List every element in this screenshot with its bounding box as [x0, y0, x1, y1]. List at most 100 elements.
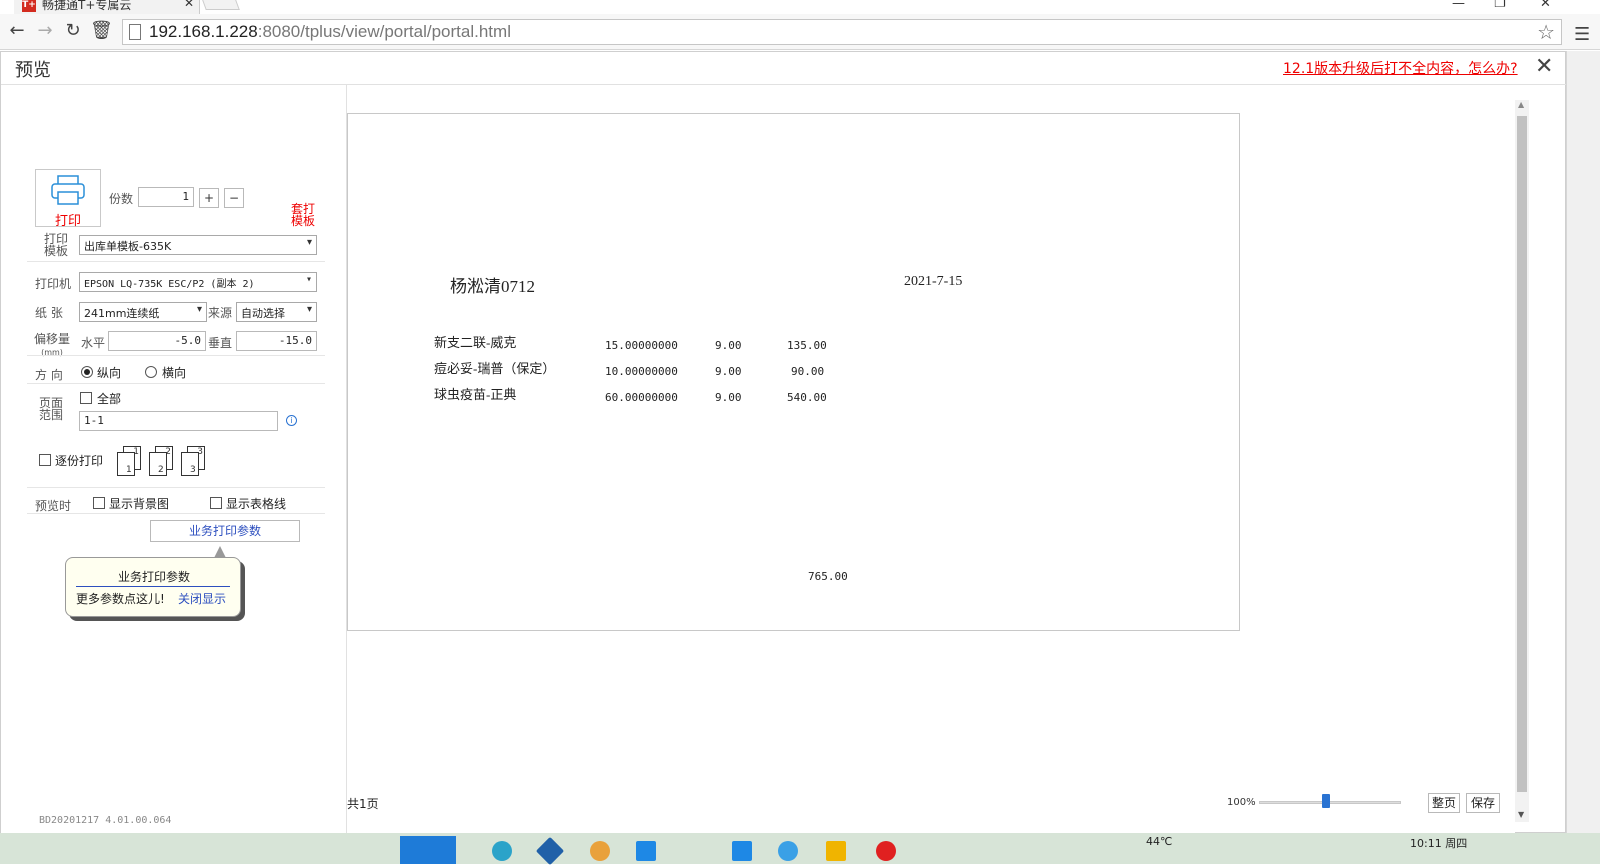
print-settings-panel: 打印 份数 1 + − 套打模板 打印模板 出库单模板-635K ▾ 打印机 EP… — [1, 85, 347, 833]
horizontal-offset-input[interactable]: -5.0 — [108, 331, 206, 351]
taskbar-folder-icon[interactable] — [826, 841, 846, 861]
show-background-checkbox[interactable] — [93, 497, 105, 509]
copies-minus-button[interactable]: − — [224, 188, 244, 208]
page-range-label: 页面范围 — [38, 396, 63, 422]
reload-icon[interactable]: ↻ — [62, 20, 84, 41]
new-tab-button[interactable] — [202, 0, 240, 10]
version-text: BD20201217 4.01.00.064 — [39, 815, 172, 826]
row-price: 9.00 — [715, 339, 742, 352]
preview-dialog: 预览 12.1版本升级后打不全内容，怎么办? ✕ 打印 份数 1 + − 套打模… — [0, 51, 1567, 833]
row-qty: 15.00000000 — [605, 339, 678, 352]
restore-icon[interactable]: ❐ — [1494, 0, 1506, 11]
row-price: 9.00 — [715, 365, 742, 378]
star-icon[interactable]: ☆ — [1537, 20, 1555, 44]
all-pages-label: 全部 — [97, 392, 122, 406]
show-background-label: 显示背景图 — [109, 497, 170, 511]
tab-close-icon[interactable]: ✕ — [184, 0, 194, 10]
taskbar-app-icon[interactable] — [590, 841, 610, 861]
portrait-label: 纵向 — [97, 366, 122, 380]
chevron-down-icon: ▾ — [305, 274, 312, 285]
all-pages-checkbox[interactable] — [80, 392, 92, 404]
divider — [27, 383, 325, 384]
fit-page-button[interactable]: 整页 — [1428, 793, 1460, 813]
show-gridlines-label: 显示表格线 — [226, 497, 287, 511]
copies-plus-button[interactable]: + — [199, 188, 219, 208]
divider — [27, 355, 325, 356]
address-bar[interactable]: 192.168.1.228:8080/tplus/view/portal/por… — [122, 19, 1562, 45]
row-amount: 540.00 — [787, 391, 827, 404]
document-total: 765.00 — [808, 570, 848, 583]
tooltip-divider — [76, 586, 230, 587]
vertical-scrollbar[interactable]: ▲ ▼ — [1515, 100, 1529, 822]
source-select[interactable]: 自动选择 ▾ — [236, 302, 317, 322]
window-close-icon[interactable]: ✕ — [1540, 0, 1551, 11]
url-text[interactable]: 192.168.1.228:8080/tplus/view/portal/por… — [149, 22, 511, 42]
divider — [27, 487, 325, 488]
trash-icon[interactable]: 🗑 — [90, 20, 113, 41]
app-favicon-icon: T+ — [22, 0, 36, 12]
menu-icon[interactable]: ☰ — [1574, 24, 1590, 45]
printer-select[interactable]: EPSON LQ-735K ESC/P2 (副本 2) ▾ — [79, 272, 317, 292]
preview-label: 预览时 — [35, 499, 72, 513]
printer-icon — [51, 175, 85, 205]
back-icon[interactable]: ← — [6, 20, 28, 41]
zoom-slider-track[interactable] — [1259, 801, 1401, 804]
template-print-link[interactable]: 套打模板 — [289, 203, 317, 227]
row-name: 球虫疫苗-正典 — [434, 387, 517, 402]
row-name: 新支二联-威克 — [434, 335, 517, 350]
weather-temperature: 44℃ — [1146, 835, 1173, 848]
zoom-slider-thumb[interactable] — [1322, 794, 1330, 808]
landscape-radio[interactable] — [145, 366, 157, 378]
divider — [27, 261, 325, 262]
business-print-params-button[interactable]: 业务打印参数 — [150, 520, 300, 542]
document-date: 2021-7-15 — [904, 274, 963, 289]
tooltip-title: 业务打印参数 — [117, 570, 190, 584]
show-gridlines-checkbox[interactable] — [210, 497, 222, 509]
browser-tab[interactable]: T+ 畅捷通T+专属云 ✕ — [14, 0, 200, 14]
copies-input[interactable]: 1 — [138, 187, 194, 207]
minimize-icon[interactable]: — — [1452, 0, 1465, 11]
taskbar-app-icon[interactable] — [535, 836, 565, 865]
page-count: 共1页 — [347, 797, 379, 811]
row-amount: 135.00 — [787, 339, 827, 352]
landscape-label: 横向 — [162, 366, 187, 380]
portrait-radio[interactable] — [81, 366, 93, 378]
taskbar-clock: 10:11 周四 — [1410, 837, 1468, 850]
taskbar-active-app[interactable] — [400, 836, 456, 864]
template-label: 打印模板 — [43, 232, 68, 258]
scrollbar-thumb[interactable] — [1517, 116, 1527, 792]
collate-label: 逐份打印 — [55, 454, 104, 468]
page-range-input[interactable]: 1-1 — [79, 411, 278, 431]
taskbar-app-icon[interactable] — [876, 841, 896, 861]
dialog-close-icon[interactable]: ✕ — [1535, 54, 1553, 79]
print-button[interactable]: 打印 — [35, 169, 101, 229]
forward-icon[interactable]: → — [34, 20, 56, 41]
chevron-down-icon: ▾ — [306, 304, 312, 315]
horizontal-label: 水平 — [81, 336, 106, 350]
tooltip-message: 更多参数点这儿! — [76, 592, 165, 606]
taskbar-app-icon[interactable] — [732, 841, 752, 861]
tooltip-close-link[interactable]: 关闭显示 — [178, 590, 226, 607]
params-tooltip: 业务打印参数 更多参数点这儿! 关闭显示 — [65, 546, 241, 617]
template-select[interactable]: 出库单模板-635K ▾ — [79, 235, 317, 255]
background-page-strip — [1566, 51, 1600, 833]
save-button[interactable]: 保存 — [1466, 793, 1500, 813]
help-link[interactable]: 12.1版本升级后打不全内容，怎么办? — [1283, 58, 1518, 78]
taskbar-app-icon[interactable] — [636, 841, 656, 861]
info-icon[interactable]: i — [286, 415, 297, 426]
tooltip-pointer — [214, 546, 226, 558]
row-name: 痘必妥-瑞普（保定） — [434, 361, 556, 376]
scroll-up-icon[interactable]: ▲ — [1518, 100, 1524, 109]
print-button-label: 打印 — [54, 214, 81, 229]
scroll-down-icon[interactable]: ▼ — [1518, 810, 1524, 819]
collate-checkbox[interactable] — [39, 454, 51, 466]
taskbar-app-icon[interactable] — [492, 841, 512, 861]
divider — [27, 513, 325, 514]
browser-toolbar: ← → ↻ 🗑 192.168.1.228:8080/tplus/view/po… — [0, 14, 1600, 50]
taskbar: 44℃ 10:11 周四 — [0, 833, 1600, 865]
paper-select[interactable]: 241mm连续纸 ▾ — [79, 302, 207, 322]
taskbar-app-icon[interactable] — [778, 841, 798, 861]
tab-title: 畅捷通T+专属云 — [42, 0, 132, 12]
vertical-offset-input[interactable]: -15.0 — [236, 331, 317, 351]
copies-label: 份数 — [109, 192, 134, 206]
